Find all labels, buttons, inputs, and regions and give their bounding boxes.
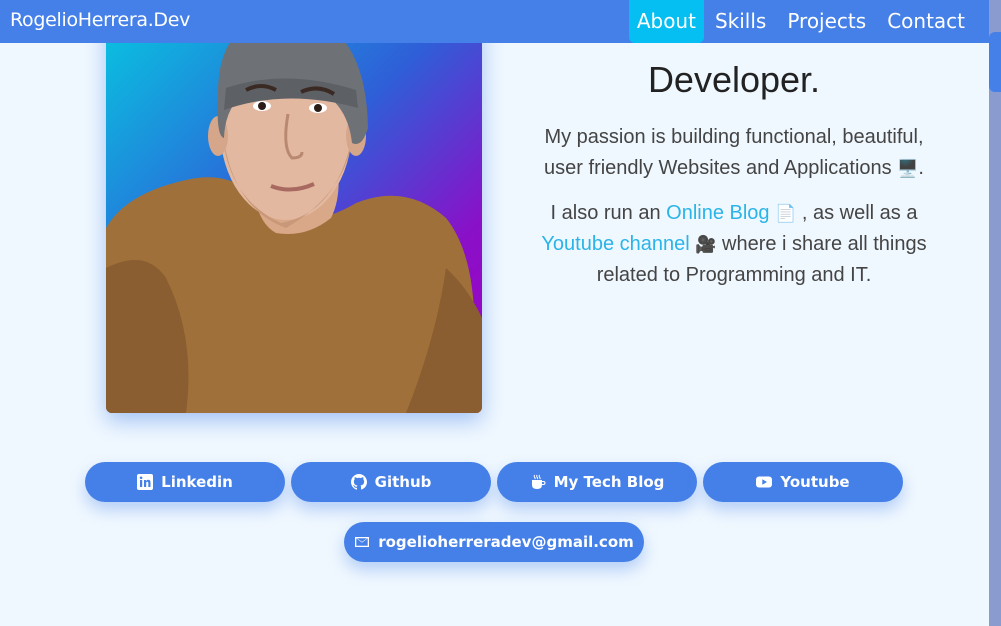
linkedin-button-label: Linkedin: [161, 473, 233, 491]
youtube-button[interactable]: Youtube: [703, 462, 903, 502]
nav-item-about[interactable]: About: [628, 0, 704, 43]
github-button-label: Github: [374, 473, 432, 491]
headline-line-2: Developer.: [647, 59, 821, 100]
video-camera-icon: 🎥: [695, 235, 717, 254]
online-blog-link[interactable]: Online Blog: [666, 202, 769, 224]
portrait-illustration: [106, 18, 482, 413]
intro-paragraph-2: I also run an Online Blog 📄 , as well as…: [540, 198, 928, 291]
nav-menu: About Skills Projects Contact: [628, 0, 989, 43]
scrollbar-thumb[interactable]: [989, 32, 1001, 92]
github-icon: [350, 474, 367, 490]
email-button[interactable]: rogelioherreradev@gmail.com: [344, 522, 644, 562]
youtube-button-label: Youtube: [780, 473, 850, 491]
nav-item-contact[interactable]: Contact: [877, 0, 975, 43]
nav-item-skills[interactable]: Skills: [705, 0, 776, 43]
github-button[interactable]: Github: [291, 462, 491, 502]
linkedin-icon: [137, 474, 154, 490]
nav-item-projects[interactable]: Projects: [777, 0, 876, 43]
email-button-label: rogelioherreradev@gmail.com: [378, 533, 634, 551]
intro-paragraph-2-mid: , as well as a: [801, 202, 918, 224]
tech-blog-button[interactable]: My Tech Blog: [497, 462, 697, 502]
tech-blog-button-label: My Tech Blog: [553, 473, 665, 491]
intro-paragraph-1-end: .: [918, 157, 924, 179]
computer-icon: 🖥️: [897, 159, 919, 178]
linkedin-button[interactable]: Linkedin: [85, 462, 285, 502]
navbar: RogelioHerrera.Dev About Skills Projects…: [0, 0, 989, 43]
scrollbar[interactable]: [989, 0, 1001, 626]
coffee-icon: [531, 474, 546, 489]
youtube-icon: [756, 476, 773, 488]
profile-photo: [106, 18, 482, 413]
youtube-channel-link[interactable]: Youtube channel: [541, 233, 689, 255]
intro-paragraph-1-text: My passion is building functional, beaut…: [544, 126, 924, 179]
intro-paragraph-2-start: I also run an: [550, 202, 667, 224]
intro-paragraph-1: My passion is building functional, beaut…: [540, 122, 928, 184]
envelope-icon: [355, 537, 370, 547]
document-icon: 📄: [775, 204, 797, 223]
brand-logo[interactable]: RogelioHerrera.Dev: [10, 9, 190, 31]
intro-section: Fullstack Web Developer. My passion is b…: [540, 22, 928, 291]
